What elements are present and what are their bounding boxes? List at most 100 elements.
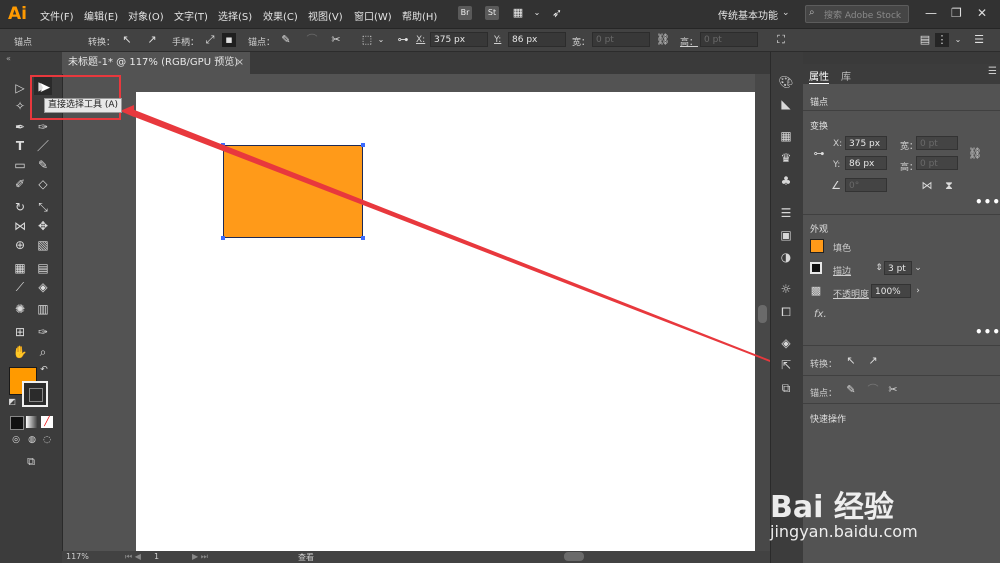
magic-wand-tool-icon[interactable]: ✧ (11, 97, 29, 115)
y-position-field[interactable]: 86 px (508, 32, 566, 47)
orange-rectangle[interactable] (223, 145, 363, 238)
chevron-down-icon[interactable]: ⌄ (374, 33, 388, 47)
asset-export-icon[interactable]: ⇱ (778, 357, 794, 373)
selection-tool-icon[interactable]: ▷ (11, 79, 29, 97)
fx-label[interactable]: fx. (814, 309, 827, 320)
constrain-proportions-icon[interactable]: ⛓ (968, 147, 982, 161)
graphic-styles-icon[interactable]: ⧠ (778, 304, 794, 320)
transform-x-field[interactable]: 375 px (845, 136, 887, 150)
connect-anchors-icon[interactable]: ⌒ (305, 33, 319, 47)
color-guide-icon[interactable]: ◣ (778, 96, 794, 112)
curvature-tool-icon[interactable]: ✑ (34, 118, 52, 136)
swatches-icon[interactable]: ▦ (778, 128, 794, 144)
collapse-icon[interactable]: « (6, 54, 11, 63)
transparency-icon[interactable]: ◑ (778, 249, 794, 265)
stock-icon[interactable]: St (485, 6, 499, 20)
constrain-proportions-icon[interactable]: ⛓ (656, 33, 670, 47)
shape-builder-tool-icon[interactable]: ⊕ (11, 236, 29, 254)
draw-inside-icon[interactable]: ◌ (41, 434, 53, 446)
menu-edit[interactable]: 编辑(E) (84, 8, 118, 23)
transform-icon[interactable]: ⛶ (774, 33, 788, 47)
mesh-tool-icon[interactable]: ▦ (11, 259, 29, 277)
appearance-icon[interactable]: ☼ (778, 281, 794, 297)
width-field[interactable]: 0 pt (592, 32, 650, 47)
cut-path-icon[interactable]: ✂ (329, 33, 343, 47)
opacity-field[interactable]: 100% (871, 284, 911, 298)
remove-anchor-icon[interactable]: ✎ (844, 383, 858, 397)
select-similar-icon[interactable]: ⬚ (360, 33, 374, 47)
reference-point-icon[interactable]: ⊶ (812, 147, 826, 161)
swap-fill-stroke-icon[interactable]: ↶ (38, 364, 50, 376)
tab-libraries[interactable]: 库 (841, 68, 851, 83)
zoom-tool-icon[interactable]: ⌕ (34, 343, 52, 361)
draw-behind-icon[interactable]: ◍ (26, 434, 38, 446)
menu-effect[interactable]: 效果(C) (263, 8, 298, 23)
menu-type[interactable]: 文字(T) (174, 8, 208, 23)
control-bar-menu-icon[interactable]: ☰ (972, 33, 986, 47)
tab-properties[interactable]: 属性 (809, 68, 829, 84)
column-graph-tool-icon[interactable]: ▥ (34, 300, 52, 318)
convert-to-corner-icon[interactable]: ↖ (120, 33, 134, 47)
brushes-icon[interactable]: ♛ (778, 150, 794, 166)
draw-normal-icon[interactable]: ◎ (10, 434, 22, 446)
status-mode[interactable]: 查看 (298, 552, 314, 563)
scale-tool-icon[interactable]: ⤡ (34, 198, 52, 216)
cut-path-icon[interactable]: ✂ (886, 383, 900, 397)
zoom-level[interactable]: 117% (66, 552, 89, 561)
convert-to-corner-icon[interactable]: ↖ (844, 354, 858, 368)
symbols-icon[interactable]: ♣ (778, 173, 794, 189)
hand-tool-icon[interactable]: ✋ (11, 343, 29, 361)
shaper-tool-icon[interactable]: ✐ (11, 175, 29, 193)
gradient-tool-icon[interactable]: ▤ (34, 259, 52, 277)
perspective-grid-tool-icon[interactable]: ▧ (34, 236, 52, 254)
menu-object[interactable]: 对象(O) (128, 8, 164, 23)
menu-file[interactable]: 文件(F) (40, 8, 74, 23)
remove-anchor-icon[interactable]: ✎ (279, 33, 293, 47)
workspace-switcher[interactable]: 传统基本功能 (718, 7, 778, 22)
slice-tool-icon[interactable]: ✑ (34, 323, 52, 341)
none-mode-icon[interactable]: ╱ (41, 416, 53, 428)
artboards-icon[interactable]: ⧉ (778, 380, 794, 396)
transform-y-field[interactable]: 86 px (845, 156, 887, 170)
menu-help[interactable]: 帮助(H) (402, 8, 437, 23)
gradient-mode-icon[interactable] (26, 416, 38, 428)
eyedropper-tool-icon[interactable]: ⟋ (11, 278, 29, 296)
stroke-swatch[interactable] (810, 262, 822, 274)
gradient-panel-icon[interactable]: ▣ (778, 227, 794, 243)
screen-mode-icon[interactable]: ⧉ (22, 453, 40, 471)
connect-anchors-icon[interactable]: ⌒ (866, 383, 880, 397)
type-tool-icon[interactable]: T (11, 137, 29, 155)
reference-point-icon[interactable]: ⊶ (396, 33, 410, 47)
panel-menu-icon[interactable]: ☰ (988, 66, 997, 77)
anchor-point-top-left[interactable] (221, 143, 225, 147)
more-options-icon[interactable]: ••• (975, 195, 1000, 209)
pen-tool-icon[interactable]: ✒ (11, 118, 29, 136)
close-button[interactable]: ✕ (977, 6, 987, 20)
arrange-icon[interactable]: ▤ (918, 33, 932, 47)
chevron-down-icon[interactable]: ⌄ (911, 261, 925, 275)
first-artboard-icon[interactable]: ⏮ ◀ (125, 552, 141, 562)
stroke-color-swatch[interactable] (22, 381, 48, 407)
chevron-right-icon[interactable]: › (911, 284, 925, 298)
anchor-point-bottom-right[interactable] (361, 236, 365, 240)
show-handles-icon[interactable]: ⤢ (203, 33, 217, 47)
transform-w-field[interactable]: 0 pt (916, 136, 958, 150)
eraser-tool-icon[interactable]: ◇ (34, 175, 52, 193)
restore-button[interactable]: ❐ (951, 6, 962, 20)
rotate-tool-icon[interactable]: ↻ (11, 198, 29, 216)
height-field[interactable]: 0 pt (700, 32, 758, 47)
horizontal-scroll-thumb[interactable] (564, 552, 584, 561)
document-tab[interactable]: 未标题-1* @ 117% (RGB/GPU 预览) × (62, 52, 250, 74)
line-tool-icon[interactable]: ／ (34, 137, 52, 155)
symbol-sprayer-tool-icon[interactable]: ✺ (11, 300, 29, 318)
more-options-icon[interactable]: ••• (975, 325, 1000, 339)
menu-view[interactable]: 视图(V) (308, 8, 343, 23)
chevron-down-icon[interactable]: ⌄ (951, 33, 965, 47)
anchor-point-top-right[interactable] (361, 143, 365, 147)
transform-h-field[interactable]: 0 pt (916, 156, 958, 170)
workspace-chevron-icon[interactable]: ⌄ (782, 8, 790, 18)
close-tab-icon[interactable]: × (236, 52, 244, 74)
opacity-label[interactable]: 不透明度 (833, 287, 869, 300)
panel-menu-icon[interactable]: ⋮ (935, 33, 949, 47)
fill-swatch[interactable] (810, 239, 824, 253)
